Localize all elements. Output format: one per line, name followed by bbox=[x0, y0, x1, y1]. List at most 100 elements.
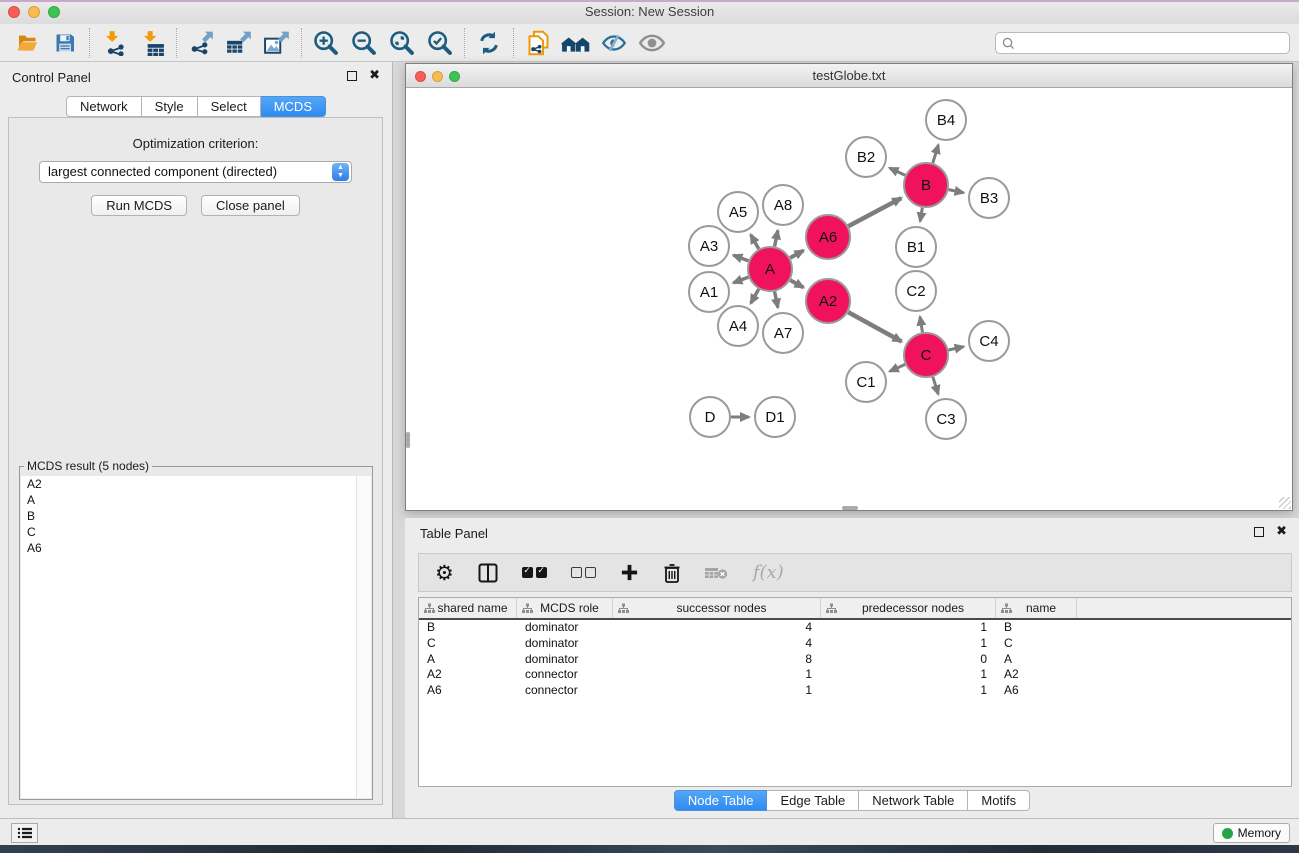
graph-node-A7[interactable]: A7 bbox=[763, 313, 803, 353]
tab-mcds[interactable]: MCDS bbox=[261, 96, 326, 117]
mcds-result-item[interactable]: A bbox=[21, 492, 371, 508]
graph-node-A5[interactable]: A5 bbox=[718, 192, 758, 232]
show-panels-button[interactable] bbox=[11, 823, 38, 843]
table-cell[interactable]: 4 bbox=[613, 636, 821, 652]
graph-edge-C-C2[interactable] bbox=[920, 317, 922, 333]
graph-edge-A-A8[interactable] bbox=[775, 230, 778, 246]
table-cell[interactable]: dominator bbox=[517, 620, 613, 636]
new-network-from-selection-button[interactable] bbox=[519, 27, 557, 59]
select-all-columns-button[interactable] bbox=[522, 567, 547, 578]
graph-edge-A-A7[interactable] bbox=[775, 292, 778, 308]
network-canvas[interactable]: B4B2BB3A8A5A6B1A3AA1C2A2A4A7C4CC1C3DD1 bbox=[406, 88, 1292, 510]
graph-edge-B-B2[interactable] bbox=[890, 168, 906, 175]
mcds-result-item[interactable]: A2 bbox=[21, 476, 371, 492]
graph-edge-C-C4[interactable] bbox=[948, 347, 963, 350]
import-network-button[interactable] bbox=[95, 27, 133, 59]
open-file-button[interactable] bbox=[8, 27, 46, 59]
save-session-button[interactable] bbox=[46, 27, 84, 59]
close-panel-icon[interactable]: ✖ bbox=[1276, 527, 1287, 537]
graph-node-D[interactable]: D bbox=[690, 397, 730, 437]
graph-node-A8[interactable]: A8 bbox=[763, 185, 803, 225]
table-cell[interactable]: A6 bbox=[419, 683, 517, 699]
table-cell[interactable]: 1 bbox=[821, 620, 996, 636]
criterion-select[interactable]: largest connected component (directed) ▲… bbox=[39, 161, 352, 183]
table-cell[interactable]: 1 bbox=[613, 683, 821, 699]
graph-node-A3[interactable]: A3 bbox=[689, 226, 729, 266]
run-mcds-button[interactable]: Run MCDS bbox=[91, 195, 187, 216]
graph-edge-A-A3[interactable] bbox=[733, 255, 748, 261]
graph-node-B4[interactable]: B4 bbox=[926, 100, 966, 140]
graph-edge-A-A6[interactable] bbox=[790, 251, 803, 258]
graph-edge-A-A5[interactable] bbox=[751, 235, 759, 249]
graph-node-C1[interactable]: C1 bbox=[846, 362, 886, 402]
zoom-fit-button[interactable] bbox=[383, 27, 421, 59]
graph-edge-A-A1[interactable] bbox=[733, 277, 748, 283]
graph-edge-C-C1[interactable] bbox=[890, 364, 905, 371]
table-cell[interactable]: A bbox=[996, 652, 1077, 668]
table-row[interactable]: Cdominator41C bbox=[419, 636, 1291, 652]
export-image-button[interactable] bbox=[258, 27, 296, 59]
graph-node-B1[interactable]: B1 bbox=[896, 227, 936, 267]
table-cell[interactable]: 4 bbox=[613, 620, 821, 636]
table-settings-button[interactable]: ⚙ bbox=[435, 563, 454, 583]
table-row[interactable]: Adominator80A bbox=[419, 652, 1291, 668]
float-panel-icon[interactable] bbox=[1254, 527, 1264, 537]
delete-column-button[interactable] bbox=[663, 563, 681, 583]
table-cell[interactable]: A2 bbox=[419, 667, 517, 683]
table-cell[interactable]: A2 bbox=[996, 667, 1077, 683]
column-header-successor-nodes[interactable]: successor nodes bbox=[613, 598, 821, 618]
mcds-result-item[interactable]: B bbox=[21, 508, 371, 524]
show-columns-button[interactable] bbox=[478, 563, 498, 583]
table-cell[interactable]: B bbox=[996, 620, 1077, 636]
graph-node-A2[interactable]: A2 bbox=[806, 279, 850, 323]
graph-node-C4[interactable]: C4 bbox=[969, 321, 1009, 361]
column-header-name[interactable]: name bbox=[996, 598, 1077, 618]
column-header-shared-name[interactable]: shared name bbox=[419, 598, 517, 618]
graph-edge-B-B1[interactable] bbox=[920, 208, 922, 222]
column-header-mcds-role[interactable]: MCDS role bbox=[517, 598, 613, 618]
canvas-horizontal-scroll-thumb[interactable] bbox=[842, 506, 858, 510]
column-header-predecessor-nodes[interactable]: predecessor nodes bbox=[821, 598, 996, 618]
search-input[interactable] bbox=[1016, 34, 1289, 52]
mcds-result-item[interactable]: C bbox=[21, 524, 371, 540]
tab-select[interactable]: Select bbox=[198, 96, 261, 117]
table-cell[interactable]: C bbox=[419, 636, 517, 652]
graph-node-A6[interactable]: A6 bbox=[806, 215, 850, 259]
close-panel-button[interactable]: Close panel bbox=[201, 195, 300, 216]
mcds-result-item[interactable]: A6 bbox=[21, 540, 371, 556]
search-input-wrap[interactable] bbox=[995, 32, 1290, 54]
table-cell[interactable]: B bbox=[419, 620, 517, 636]
graph-edge-B-B3[interactable] bbox=[949, 190, 964, 193]
tab-network[interactable]: Network bbox=[66, 96, 142, 117]
graph-edge-B-B4[interactable] bbox=[933, 145, 939, 163]
graph-node-A[interactable]: A bbox=[748, 247, 792, 291]
zoom-in-button[interactable] bbox=[307, 27, 345, 59]
table-cell[interactable]: 1 bbox=[821, 667, 996, 683]
graph-edge-C-C3[interactable] bbox=[933, 377, 938, 394]
table-tab-network-table[interactable]: Network Table bbox=[859, 790, 968, 811]
graph-edge-A-A4[interactable] bbox=[751, 289, 759, 303]
graph-edge-A2-C[interactable] bbox=[848, 312, 901, 341]
first-neighbors-button[interactable] bbox=[557, 27, 595, 59]
graph-node-B3[interactable]: B3 bbox=[969, 178, 1009, 218]
import-table-button[interactable] bbox=[133, 27, 171, 59]
hide-selected-button[interactable] bbox=[595, 27, 633, 59]
table-cell[interactable]: 1 bbox=[821, 683, 996, 699]
table-cell[interactable]: C bbox=[996, 636, 1077, 652]
table-cell[interactable]: connector bbox=[517, 683, 613, 699]
graph-node-C[interactable]: C bbox=[904, 333, 948, 377]
graph-node-D1[interactable]: D1 bbox=[755, 397, 795, 437]
table-tab-node-table[interactable]: Node Table bbox=[674, 790, 768, 811]
zoom-selected-button[interactable] bbox=[421, 27, 459, 59]
table-cell[interactable]: 1 bbox=[821, 636, 996, 652]
table-tab-motifs[interactable]: Motifs bbox=[968, 790, 1030, 811]
graph-node-C3[interactable]: C3 bbox=[926, 399, 966, 439]
table-row[interactable]: A6connector11A6 bbox=[419, 683, 1291, 699]
graph-node-C2[interactable]: C2 bbox=[896, 271, 936, 311]
table-cell[interactable]: dominator bbox=[517, 636, 613, 652]
table-cell[interactable]: connector bbox=[517, 667, 613, 683]
table-cell[interactable]: 8 bbox=[613, 652, 821, 668]
graph-node-B[interactable]: B bbox=[904, 163, 948, 207]
create-column-button[interactable] bbox=[620, 563, 639, 582]
graph-node-A1[interactable]: A1 bbox=[689, 272, 729, 312]
